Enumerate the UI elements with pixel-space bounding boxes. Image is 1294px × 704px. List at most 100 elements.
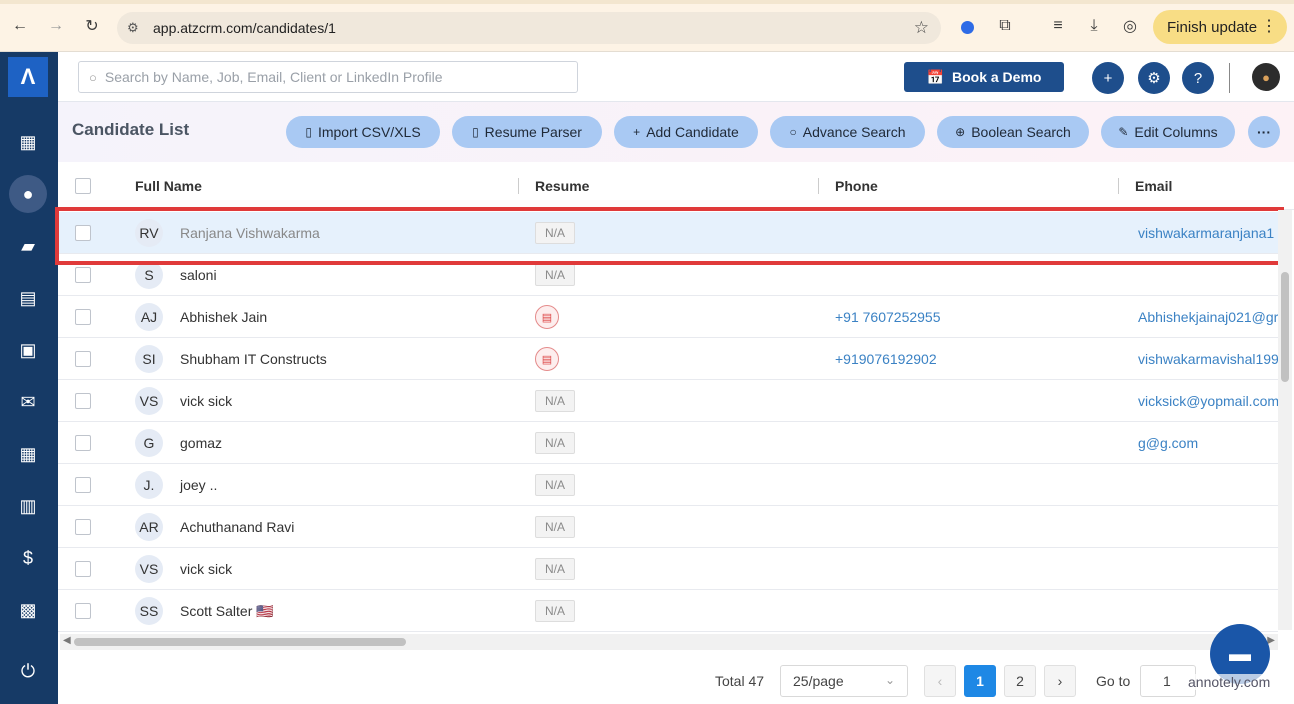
candidate-name[interactable]: Ranjana Vishwakarma — [180, 225, 320, 241]
candidate-email[interactable]: vicksick@yopmail.com — [1138, 393, 1279, 409]
row-checkbox[interactable] — [75, 309, 91, 325]
forward-icon[interactable]: → — [44, 14, 68, 38]
page-button-2[interactable]: 2 — [1004, 665, 1036, 697]
more-options-icon[interactable]: ··· — [1248, 116, 1280, 148]
dashboard-icon[interactable]: ▦ — [9, 123, 47, 161]
global-search[interactable]: ○ — [78, 61, 578, 93]
tab-strip — [0, 0, 1294, 4]
billing-icon[interactable]: $ — [9, 539, 47, 577]
table-row[interactable]: SI Shubham IT Constructs ▤ +919076192902… — [58, 338, 1279, 380]
download-icon[interactable]: ⤓ — [1082, 14, 1106, 38]
finish-update-button[interactable]: Finish update ⋮ — [1153, 10, 1287, 44]
column-resizer[interactable] — [818, 178, 819, 194]
search-icon: ○ — [89, 69, 97, 85]
candidate-name[interactable]: Achuthanand Ravi — [180, 519, 294, 535]
search-input[interactable] — [104, 69, 565, 85]
table-row[interactable]: AR Achuthanand Ravi N/A — [58, 506, 1278, 548]
column-resume[interactable]: Resume — [535, 178, 589, 194]
candidate-email[interactable]: Abhishekjainaj021@gr — [1138, 309, 1278, 325]
address-bar[interactable]: ⚙ app.atzcrm.com/candidates/1 ☆ — [117, 12, 941, 44]
page-size-select[interactable]: 25/page ⌄ — [780, 665, 908, 697]
reload-icon[interactable]: ↻ — [80, 14, 104, 38]
column-resizer[interactable] — [1118, 178, 1119, 194]
next-page-icon[interactable]: › — [1044, 665, 1076, 697]
column-resizer[interactable] — [518, 178, 519, 194]
kebab-menu-icon[interactable]: ⋮ — [1261, 16, 1277, 36]
table-row[interactable]: RV Ranjana Vishwakarma N/A vishwakarmara… — [58, 212, 1278, 254]
boolean-search-button[interactable]: ⊕ Boolean Search — [937, 116, 1089, 148]
jobs-icon[interactable]: ▰ — [9, 227, 47, 265]
contacts-icon[interactable]: ▣ — [9, 331, 47, 369]
media-icon[interactable]: ≡ — [1046, 14, 1070, 38]
column-email[interactable]: Email — [1135, 178, 1172, 194]
edit-columns-button[interactable]: ✎ Edit Columns — [1101, 116, 1235, 148]
column-full-name[interactable]: Full Name — [135, 178, 202, 194]
select-all-checkbox[interactable] — [75, 178, 91, 194]
candidate-name[interactable]: gomaz — [180, 435, 222, 451]
bookmark-star-icon[interactable]: ☆ — [914, 18, 929, 38]
book-demo-button[interactable]: 📅 Book a Demo — [904, 62, 1064, 92]
extensions-puzzle-icon[interactable]: ⧉ — [993, 14, 1017, 38]
help-icon[interactable]: ? — [1182, 62, 1214, 94]
scrollbar-thumb[interactable] — [1281, 272, 1289, 382]
table-row[interactable]: SS Scott Salter 🇺🇸 N/A — [58, 590, 1278, 632]
candidate-name[interactable]: Shubham IT Constructs — [180, 351, 327, 367]
table-row[interactable]: S saloni N/A — [58, 254, 1278, 296]
table-row[interactable]: AJ Abhishek Jain ▤ +91 7607252955 Abhish… — [58, 296, 1278, 338]
add-candidate-button[interactable]: + Add Candidate — [614, 116, 758, 148]
table-row[interactable]: VS vick sick N/A — [58, 548, 1278, 590]
candidate-phone[interactable]: +919076192902 — [835, 351, 937, 367]
table-row[interactable]: G gomaz N/A g@g.com — [58, 422, 1278, 464]
table-row[interactable]: VS vick sick N/A vicksick@yopmail.com — [58, 380, 1279, 422]
vertical-scrollbar[interactable] — [1278, 210, 1292, 630]
resume-parser-button[interactable]: ▯ Resume Parser — [452, 116, 602, 148]
table-row[interactable]: J. joey .. N/A — [58, 464, 1278, 506]
horizontal-scrollbar[interactable]: ◀ ▶ — [60, 634, 1278, 650]
logout-icon[interactable]: ⏻ — [9, 652, 47, 690]
candidate-table: Full Name Resume Phone Email RV Ranjana … — [58, 162, 1294, 650]
candidates-icon[interactable]: ● — [9, 175, 47, 213]
row-checkbox[interactable] — [75, 477, 91, 493]
row-checkbox[interactable] — [75, 561, 91, 577]
site-info-icon[interactable]: ⚙ — [127, 20, 143, 36]
mail-icon[interactable]: ✉ — [9, 383, 47, 421]
candidate-email[interactable]: g@g.com — [1138, 435, 1198, 451]
reports-icon[interactable]: ▥ — [9, 487, 47, 525]
prev-page-icon[interactable]: ‹ — [924, 665, 956, 697]
url-text[interactable]: app.atzcrm.com/candidates/1 — [153, 20, 336, 36]
row-checkbox[interactable] — [75, 519, 91, 535]
resume-file-icon[interactable]: ▤ — [535, 305, 559, 329]
column-phone[interactable]: Phone — [835, 178, 878, 194]
row-checkbox[interactable] — [75, 225, 91, 241]
scrollbar-thumb[interactable] — [74, 638, 406, 646]
candidate-email[interactable]: vishwakarmaranjana1 — [1138, 225, 1274, 241]
page-button-1[interactable]: 1 — [964, 665, 996, 697]
candidate-name[interactable]: vick sick — [180, 393, 232, 409]
import-csv-button[interactable]: ▯ Import CSV/XLS — [286, 116, 440, 148]
user-avatar[interactable]: ● — [1252, 63, 1280, 91]
candidate-name[interactable]: Abhishek Jain — [180, 309, 267, 325]
resume-file-icon[interactable]: ▤ — [535, 347, 559, 371]
row-checkbox[interactable] — [75, 393, 91, 409]
scroll-left-icon[interactable]: ◀ — [63, 635, 71, 646]
settings-gear-icon[interactable]: ⚙ — [1138, 62, 1170, 94]
candidate-name[interactable]: vick sick — [180, 561, 232, 577]
candidate-email[interactable]: vishwakarmavishal199 — [1138, 351, 1279, 367]
payroll-icon[interactable]: ▩ — [9, 591, 47, 629]
back-icon[interactable]: ← — [8, 14, 32, 38]
app-logo[interactable]: Λ — [8, 57, 48, 97]
calendar-icon[interactable]: ▦ — [9, 435, 47, 473]
candidate-name[interactable]: saloni — [180, 267, 217, 283]
candidate-name[interactable]: joey .. — [180, 477, 217, 493]
profile-icon[interactable]: ◎ — [1118, 14, 1142, 38]
row-checkbox[interactable] — [75, 351, 91, 367]
row-checkbox[interactable] — [75, 267, 91, 283]
clients-icon[interactable]: ▤ — [9, 279, 47, 317]
candidate-name[interactable]: Scott Salter 🇺🇸 — [180, 603, 274, 620]
add-icon[interactable]: + — [1092, 62, 1124, 94]
advance-search-button[interactable]: ○ Advance Search — [770, 116, 925, 148]
candidate-phone[interactable]: +91 7607252955 — [835, 309, 941, 325]
row-checkbox[interactable] — [75, 603, 91, 619]
row-checkbox[interactable] — [75, 435, 91, 451]
extension-icon[interactable] — [961, 21, 974, 34]
